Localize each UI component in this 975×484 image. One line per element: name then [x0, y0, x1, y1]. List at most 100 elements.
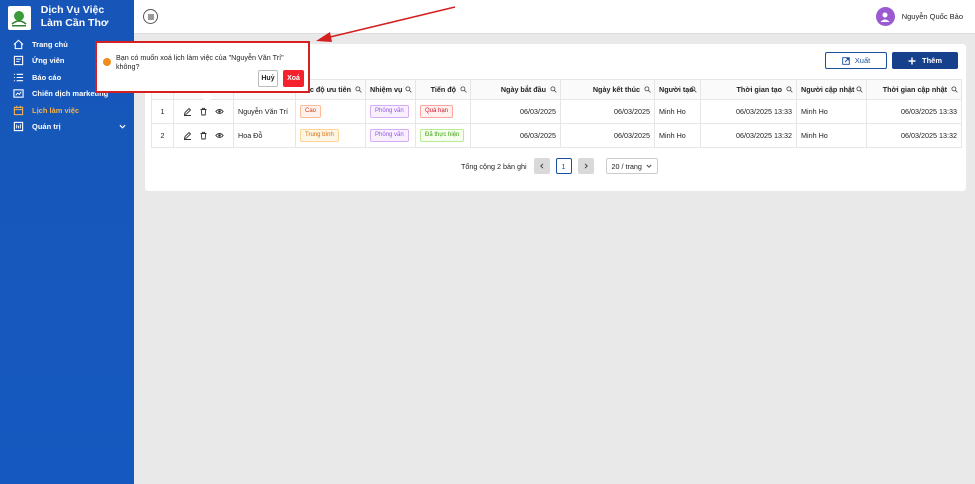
search-icon[interactable] [644, 86, 651, 93]
search-icon[interactable] [460, 86, 467, 93]
priority-tag: Cao [300, 105, 322, 118]
top-bar: Nguyễn Quốc Bảo [134, 0, 975, 34]
row-actions [173, 99, 234, 124]
view-icon[interactable] [215, 107, 224, 116]
view-icon[interactable] [215, 131, 224, 140]
row-index: 2 [151, 123, 174, 148]
search-icon[interactable] [690, 86, 697, 93]
row-creator: Minh Ho [654, 123, 701, 148]
search-icon[interactable] [951, 86, 958, 93]
current-page[interactable]: 1 [555, 158, 572, 174]
user-name: Nguyễn Quốc Bảo [901, 12, 963, 21]
add-label: Thêm [921, 56, 942, 65]
sidebar-item-schedule[interactable]: Lịch làm việc [0, 102, 134, 119]
sidebar-item-admin[interactable]: Quản trị [0, 119, 134, 136]
col-progress[interactable]: Tiến độ [415, 79, 471, 100]
pagination: Tổng cộng 2 bản ghi 1 20 / trang [461, 158, 658, 174]
col-task[interactable]: Nhiệm vụ [365, 79, 416, 100]
campaign-icon [12, 88, 24, 100]
calendar-icon [12, 104, 24, 116]
row-end-date: 06/03/2025 [560, 123, 655, 148]
search-icon[interactable] [550, 86, 557, 93]
sidebar-item-label: Trang chủ [32, 39, 68, 49]
plus-icon [908, 57, 916, 64]
col-end-date[interactable]: Ngày kết thúc [560, 79, 655, 100]
col-updated-at[interactable]: Thời gian cập nhật [866, 79, 962, 100]
chevron-left-icon [539, 163, 543, 169]
sidebar-item-label: Quản trị [32, 122, 61, 132]
search-icon[interactable] [405, 86, 412, 93]
row-start-date: 06/03/2025 [470, 123, 561, 148]
cancel-button[interactable]: Huỷ [258, 70, 278, 87]
popconfirm-message: Bạn có muốn xoá lịch làm việc của "Nguyễ… [103, 53, 308, 71]
chevron-right-icon [584, 163, 588, 169]
row-progress: Đã thực hiện [415, 123, 471, 148]
candidate-icon [12, 55, 24, 67]
row-end-date: 06/03/2025 [560, 99, 655, 124]
avatar [875, 7, 895, 26]
sidebar-item-label: Ứng viên [32, 56, 65, 66]
progress-tag: Quá hạn [420, 105, 454, 118]
brand-title: Dịch Vụ Việc Làm Cần Thơ [40, 4, 109, 29]
row-index: 1 [151, 99, 174, 124]
row-progress: Quá hạn [415, 99, 471, 124]
col-updater[interactable]: Người cập nhật [796, 79, 867, 100]
sidebar-item-label: Báo cáo [32, 72, 62, 82]
search-icon[interactable] [856, 86, 863, 93]
brand: Dịch Vụ Việc Làm Cần Thơ [0, 0, 134, 34]
page-size-select[interactable]: 20 / trang [605, 158, 658, 174]
confirm-delete-button[interactable]: Xoá [283, 70, 304, 87]
add-button[interactable]: Thêm [892, 52, 958, 69]
user-icon [880, 12, 890, 22]
edit-icon[interactable] [183, 107, 192, 116]
row-start-date: 06/03/2025 [470, 99, 561, 124]
next-page-button[interactable] [577, 158, 594, 174]
task-tag: Phỏng vấn [370, 105, 409, 118]
menu-toggle-button[interactable] [143, 9, 158, 24]
logo [8, 6, 31, 30]
search-icon[interactable] [355, 86, 362, 93]
row-name: Hoa Đỗ [233, 123, 296, 148]
popconfirm-text: Bạn có muốn xoá lịch làm việc của "Nguyễ… [115, 53, 284, 71]
row-task: Phỏng vấn [365, 123, 416, 148]
export-label: Xuất [854, 56, 871, 65]
row-creator: Minh Ho [654, 99, 701, 124]
row-name: Nguyễn Văn Trí [233, 99, 296, 124]
col-creator[interactable]: Người tạo [654, 79, 701, 100]
table-row: 2 Hoa Đỗ Trung bình Phỏng vấn Đã thực hi… [151, 123, 962, 148]
priority-tag: Trung bình [300, 129, 339, 142]
col-created-at[interactable]: Thời gian tạo [700, 79, 797, 100]
table-row: 1 Nguyễn Văn Trí Cao Phỏng vấn Quá hạn 0… [151, 99, 962, 124]
col-start-date[interactable]: Ngày bắt đầu [470, 79, 561, 100]
prev-page-button[interactable] [533, 158, 550, 174]
row-updater: Minh Ho [796, 123, 867, 148]
progress-tag: Đã thực hiện [420, 129, 465, 142]
delete-icon[interactable] [199, 131, 208, 140]
row-updater: Minh Ho [796, 99, 867, 124]
export-icon [842, 56, 850, 65]
row-priority: Trung bình [295, 123, 366, 148]
delete-popconfirm: Bạn có muốn xoá lịch làm việc của "Nguyễ… [95, 41, 310, 93]
row-created-at: 06/03/2025 13:33 [700, 99, 797, 124]
chevron-down-icon [119, 124, 126, 129]
delete-icon[interactable] [199, 107, 208, 116]
list-icon [12, 71, 24, 83]
search-icon[interactable] [786, 86, 793, 93]
menu-icon [147, 14, 154, 19]
row-updated-at: 06/03/2025 13:33 [866, 99, 962, 124]
home-icon [12, 38, 24, 50]
row-updated-at: 06/03/2025 13:32 [866, 123, 962, 148]
pagination-total: Tổng cộng 2 bản ghi [461, 161, 527, 171]
user-menu[interactable]: Nguyễn Quốc Bảo [875, 7, 963, 26]
warning-icon [103, 58, 111, 66]
edit-icon[interactable] [183, 131, 192, 140]
sidebar-item-label: Lịch làm việc [32, 105, 80, 115]
chevron-down-icon [645, 164, 652, 168]
export-button[interactable]: Xuất [825, 52, 887, 69]
admin-icon [12, 121, 24, 133]
task-tag: Phỏng vấn [370, 129, 409, 142]
row-created-at: 06/03/2025 13:32 [700, 123, 797, 148]
row-actions [173, 123, 234, 148]
page-size-value: 20 / trang [611, 161, 642, 171]
row-priority: Cao [295, 99, 366, 124]
